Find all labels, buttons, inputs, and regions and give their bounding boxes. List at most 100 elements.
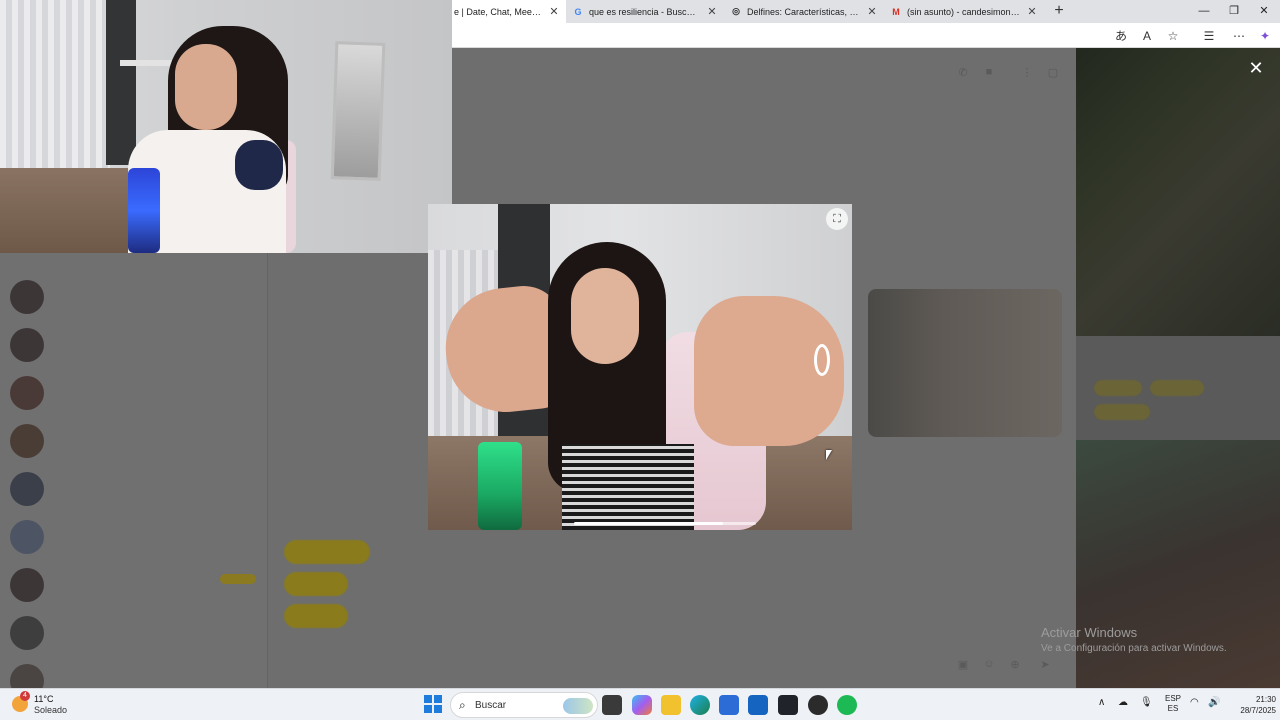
avatar bbox=[10, 376, 44, 410]
close-icon[interactable]: ✕ bbox=[706, 5, 718, 18]
weather-temperature: 11°C bbox=[34, 694, 54, 704]
webcam-wall-panel bbox=[106, 0, 136, 165]
gmail-icon: M bbox=[892, 6, 900, 17]
avatar bbox=[10, 328, 44, 362]
language-indicator[interactable]: ESP ES bbox=[1162, 694, 1184, 714]
video-viewer[interactable]: ⛶ bbox=[428, 204, 852, 530]
tab-delfines[interactable]: ◎ Delfines: Características, Hábitat y ✕ bbox=[724, 0, 884, 23]
capcut-icon[interactable] bbox=[778, 695, 798, 715]
reply-suggestion[interactable] bbox=[284, 604, 348, 628]
unread-badge bbox=[220, 574, 256, 584]
onedrive-icon[interactable]: ☁ bbox=[1118, 697, 1128, 708]
gif-icon[interactable]: ▣ bbox=[956, 658, 970, 672]
interest-chip bbox=[1094, 404, 1150, 420]
send-icon[interactable]: ➤ bbox=[1038, 658, 1052, 672]
close-icon[interactable]: ✕ bbox=[548, 5, 560, 18]
windows-start-icon[interactable] bbox=[424, 695, 442, 713]
language-code: ESP bbox=[1164, 694, 1181, 703]
window-close-button[interactable]: ✕ bbox=[1254, 2, 1274, 20]
weather-condition: Soleado bbox=[34, 705, 68, 715]
tab-dating-app[interactable]: e | Date, Chat, Meet New P ✕ bbox=[448, 0, 566, 23]
webcam-overlay bbox=[0, 0, 452, 253]
interest-chip bbox=[1094, 380, 1142, 396]
clock-date: 28/7/2025 bbox=[1240, 706, 1276, 715]
list-item[interactable] bbox=[10, 466, 262, 510]
list-item[interactable] bbox=[10, 514, 262, 558]
more-options-icon[interactable]: ⋮ bbox=[1020, 66, 1034, 80]
webcam-bed bbox=[0, 168, 130, 253]
tab-gmail[interactable]: M (sin asunto) - candesimoneit@gm ✕ bbox=[884, 0, 1044, 23]
list-item[interactable] bbox=[10, 370, 262, 414]
avatar bbox=[10, 568, 44, 602]
notification-badge: 4 bbox=[20, 691, 30, 701]
maximize-button[interactable]: ❐ bbox=[1224, 2, 1244, 20]
google-icon: G bbox=[574, 6, 582, 17]
watermark-title: Activar Windows bbox=[1041, 625, 1138, 640]
reply-suggestion[interactable] bbox=[284, 572, 348, 596]
close-icon[interactable]: ✕ bbox=[1026, 5, 1038, 18]
taskbar-search[interactable]: ⌕ Buscar bbox=[450, 692, 598, 718]
profile-side-panel bbox=[1076, 48, 1280, 688]
video-call-icon[interactable]: ■ bbox=[982, 66, 996, 80]
list-item[interactable] bbox=[10, 322, 262, 366]
edge-browser-icon[interactable] bbox=[690, 695, 710, 715]
search-icon: ⌕ bbox=[459, 698, 466, 712]
viewer-close-button[interactable]: ✕ bbox=[1246, 58, 1266, 78]
browser-toolbar: あ A ☆ ☰ ⋯ ✦ bbox=[450, 23, 1280, 48]
attach-icon[interactable]: ⊕ bbox=[1008, 658, 1022, 672]
volume-icon[interactable]: 🔊 bbox=[1208, 697, 1220, 708]
emoji-icon[interactable]: ☺ bbox=[982, 658, 996, 672]
video-speaker bbox=[478, 442, 522, 530]
favorite-star-icon[interactable]: ☆ bbox=[1164, 27, 1182, 45]
video-progress-bar[interactable] bbox=[574, 522, 756, 525]
chevron-up-icon[interactable]: ∧ bbox=[1098, 697, 1105, 708]
close-icon[interactable]: ✕ bbox=[866, 5, 878, 18]
video-progress-fill bbox=[574, 522, 724, 525]
list-item[interactable] bbox=[10, 562, 262, 606]
expand-icon[interactable]: ⛶ bbox=[826, 208, 848, 230]
reply-suggestion[interactable] bbox=[284, 540, 370, 564]
activate-windows-watermark: Activar Windows Ve a Configuración para … bbox=[1041, 625, 1227, 654]
file-explorer-icon[interactable] bbox=[661, 695, 681, 715]
copilot-app-icon[interactable] bbox=[632, 695, 652, 715]
phone-icon[interactable]: ✆ bbox=[956, 66, 970, 80]
task-view-icon[interactable] bbox=[602, 695, 622, 715]
webcam-person-sleeve bbox=[235, 140, 283, 190]
site-favicon-icon: ◎ bbox=[732, 6, 740, 16]
weather-widget[interactable]: 4 11°C Soleado bbox=[12, 691, 82, 717]
favorites-list-icon[interactable]: ☰ bbox=[1200, 27, 1218, 45]
keyboard-layout: ES bbox=[1167, 704, 1179, 713]
chat-image-message[interactable] bbox=[868, 289, 1062, 437]
tab-title: e | Date, Chat, Meet New P bbox=[454, 6, 542, 17]
wifi-icon[interactable]: ◠ bbox=[1190, 697, 1199, 708]
tab-title: (sin asunto) - candesimoneit@gm bbox=[907, 6, 1020, 17]
watermark-subtitle: Ve a Configuración para activar Windows. bbox=[1041, 643, 1227, 654]
spotify-icon[interactable] bbox=[837, 695, 857, 715]
read-aloud-icon[interactable]: A bbox=[1138, 27, 1156, 45]
windows-taskbar: 4 11°C Soleado ⌕ Buscar ∧ ☁ 🎙 ESP ES ◠ 🔊… bbox=[0, 688, 1280, 720]
webcam-curtain bbox=[0, 0, 110, 180]
avatar bbox=[10, 280, 44, 314]
copilot-icon[interactable]: ✦ bbox=[1256, 27, 1274, 45]
profile-photo[interactable] bbox=[1076, 48, 1280, 336]
search-label: Buscar bbox=[475, 700, 507, 711]
webcam-person-face bbox=[175, 44, 237, 130]
microphone-icon[interactable]: 🎙 bbox=[1140, 697, 1153, 708]
avatar bbox=[10, 520, 44, 554]
mouse-cursor-icon bbox=[826, 450, 832, 460]
list-item[interactable] bbox=[10, 610, 262, 654]
minimize-button[interactable]: — bbox=[1194, 2, 1214, 20]
obs-icon[interactable] bbox=[808, 695, 828, 715]
list-item[interactable] bbox=[10, 418, 262, 462]
more-menu-icon[interactable]: ⋯ bbox=[1230, 27, 1248, 45]
outlook-icon[interactable] bbox=[748, 695, 768, 715]
microsoft-store-icon[interactable] bbox=[719, 695, 739, 715]
info-icon[interactable]: ▢ bbox=[1046, 66, 1060, 80]
tab-google-search[interactable]: G que es resiliencia - Buscar con Go ✕ bbox=[566, 0, 724, 23]
list-item[interactable] bbox=[10, 274, 262, 318]
interest-chip bbox=[1150, 380, 1204, 396]
new-tab-button[interactable]: + bbox=[1050, 3, 1068, 21]
system-clock[interactable]: 21:30 28/7/2025 bbox=[1232, 694, 1276, 716]
translate-icon[interactable]: あ bbox=[1112, 27, 1130, 45]
tab-title: que es resiliencia - Buscar con Go bbox=[589, 6, 700, 17]
